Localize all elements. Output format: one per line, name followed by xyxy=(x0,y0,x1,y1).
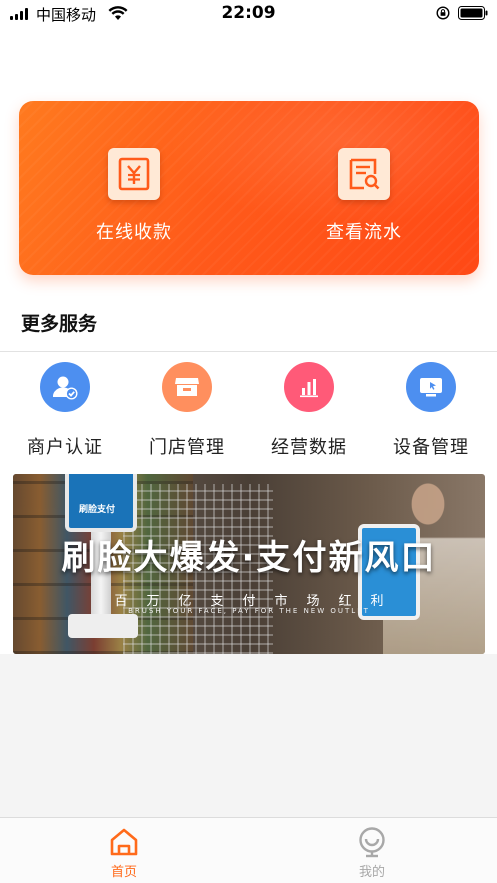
promo-banner[interactable]: 刷脸支付 刷脸大爆发·支付新风口 百万亿支付市场红利 BRUSH YOUR FA… xyxy=(13,474,485,654)
service-store-management[interactable]: 门店管理 xyxy=(125,362,249,462)
section-divider xyxy=(0,351,497,352)
online-payment-label: 在线收款 xyxy=(96,222,172,243)
yuan-receipt-icon xyxy=(108,148,160,200)
quick-actions-card: 在线收款 查看流水 xyxy=(19,101,479,275)
bottom-tab-bar: 首页 我的 xyxy=(0,817,497,883)
status-time: 22:09 xyxy=(221,3,276,23)
bar-chart-icon xyxy=(284,362,334,412)
profile-icon xyxy=(359,827,385,858)
view-statements-button[interactable]: 查看流水 xyxy=(249,101,479,275)
service-label: 经营数据 xyxy=(271,437,347,458)
promo-english-line: BRUSH YOUR FACE, PAY FOR THE NEW OUTLET xyxy=(128,607,370,615)
tab-mine[interactable]: 我的 xyxy=(248,818,496,883)
device-icon xyxy=(406,362,456,412)
status-bar: 中国移动 22:09 xyxy=(0,0,497,28)
store-icon xyxy=(162,362,212,412)
service-label: 商户认证 xyxy=(27,437,103,458)
service-label: 门店管理 xyxy=(149,437,225,458)
view-statements-label: 查看流水 xyxy=(326,222,402,243)
service-device-management[interactable]: 设备管理 xyxy=(369,362,493,462)
services-grid: 商户认证 门店管理 经营数据 设备管理 xyxy=(0,362,497,462)
rotation-lock-icon xyxy=(436,6,450,20)
service-merchant-verification[interactable]: 商户认证 xyxy=(3,362,127,462)
device-screen-text: 刷脸支付 xyxy=(79,505,116,515)
home-icon xyxy=(110,828,138,856)
battery-icon xyxy=(458,6,488,20)
tab-home[interactable]: 首页 xyxy=(0,818,248,883)
online-payment-button[interactable]: 在线收款 xyxy=(19,101,249,275)
service-business-data[interactable]: 经营数据 xyxy=(247,362,371,462)
service-label: 设备管理 xyxy=(393,437,469,458)
statement-search-icon xyxy=(338,148,390,200)
tab-home-label: 首页 xyxy=(110,865,137,880)
more-services-title: 更多服务 xyxy=(21,313,98,335)
promo-headline: 刷脸大爆发·支付新风口 xyxy=(61,538,437,578)
tab-mine-label: 我的 xyxy=(358,865,385,880)
merchant-verify-icon xyxy=(40,362,90,412)
